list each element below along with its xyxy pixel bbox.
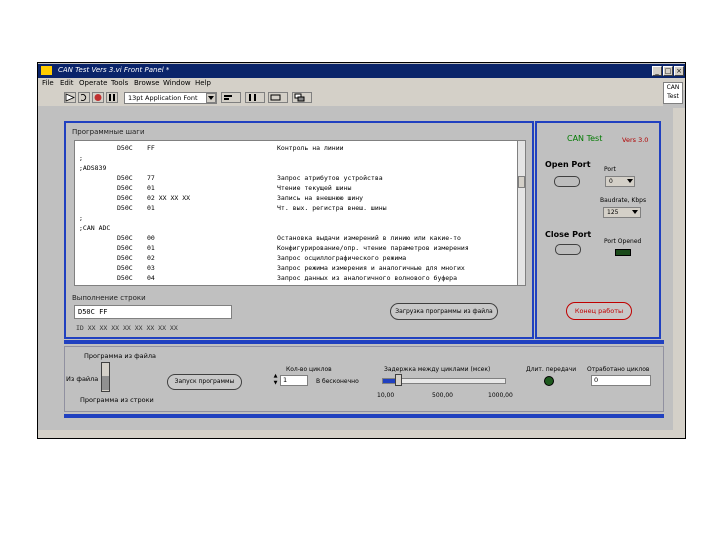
- align-objects-icon[interactable]: [221, 92, 241, 103]
- open-port-button[interactable]: [554, 176, 580, 187]
- window-title: CAN Test Vers 3.vi Front Panel *: [58, 66, 170, 74]
- port-label: Port: [604, 166, 616, 173]
- chevron-down-icon[interactable]: [626, 178, 634, 187]
- menu-help[interactable]: Help: [195, 79, 211, 87]
- transfer-label: Длит. передачи: [526, 366, 577, 373]
- list-item[interactable]: D50C FF Контроль на линии: [75, 143, 517, 153]
- string-label: Выполнение строки: [72, 294, 146, 302]
- run-continuous-icon[interactable]: [78, 92, 90, 103]
- transfer-led: [544, 376, 554, 386]
- horizontal-scrollbar[interactable]: [38, 430, 685, 438]
- close-port-button[interactable]: [555, 244, 581, 255]
- title-bar[interactable]: CAN Test Vers 3.vi Front Panel *: [38, 64, 685, 78]
- increment-arrow-icon[interactable]: ▲: [272, 373, 279, 379]
- source-file-label: Программа из файла: [84, 352, 157, 360]
- program-listbox[interactable]: D50C FF Контроль на линии ; ;ADS839 D50C 77…: [74, 140, 518, 286]
- slider-tick-label: 1000,00: [488, 392, 513, 399]
- menu-bar: File Edit Operate Tools Browse Window He…: [38, 78, 685, 90]
- minimize-button[interactable]: _: [652, 66, 662, 76]
- abort-icon[interactable]: [92, 92, 104, 103]
- list-item[interactable]: D50C 04 Запрос данных из аналогичного волн…: [75, 273, 517, 283]
- list-item[interactable]: D50C 01 Чтение текущей шины: [75, 183, 517, 193]
- menu-window[interactable]: Window: [163, 79, 191, 87]
- list-item[interactable]: D50C 02 XX XX XX Запись на внешнюю шину: [75, 193, 517, 203]
- resize-objects-icon[interactable]: [268, 92, 288, 103]
- listbox-scroll-thumb[interactable]: [518, 176, 525, 188]
- list-item[interactable]: ;ADS839: [75, 163, 517, 173]
- distribute-objects-icon[interactable]: [245, 92, 265, 103]
- format-hint: ID XX XX XX XX XX XX XX XX: [76, 324, 178, 332]
- list-item[interactable]: ;: [75, 153, 517, 163]
- list-item[interactable]: ;CAN ADC: [75, 223, 517, 233]
- delay-slider-thumb[interactable]: [395, 374, 402, 386]
- list-item[interactable]: D50C 02 Запрос осциллографического режима: [75, 253, 517, 263]
- listbox-scrollbar[interactable]: [517, 140, 526, 286]
- app-icon: [41, 66, 52, 75]
- open-port-label: Open Port: [545, 160, 591, 169]
- list-item[interactable]: D50C 01 Конфигурирование/опр. чтение парам…: [75, 243, 517, 253]
- close-port-label: Close Port: [545, 230, 592, 239]
- program-label: Программные шаги: [72, 128, 145, 136]
- separator-top: [64, 340, 664, 344]
- maximize-button[interactable]: □: [663, 66, 673, 76]
- slider-tick-label: 10,00: [377, 392, 395, 399]
- pause-icon[interactable]: [106, 92, 118, 103]
- stop-button[interactable]: Конец работы: [566, 302, 632, 320]
- menu-edit[interactable]: Edit: [60, 79, 74, 87]
- cycle-count-label: Кол-во циклов: [286, 366, 332, 373]
- string-input[interactable]: D50C FF: [74, 305, 232, 319]
- version-label: Vers 3.0: [622, 136, 649, 144]
- toggle-knob[interactable]: [102, 376, 109, 390]
- port-opened-led: [615, 249, 631, 256]
- source-string-label: Программа из строки: [80, 396, 154, 404]
- chevron-down-icon[interactable]: [206, 93, 216, 103]
- list-item[interactable]: D50C 00 Остановка выдачи измерений в линию…: [75, 233, 517, 243]
- reorder-icon[interactable]: [292, 92, 312, 103]
- menu-tools[interactable]: Tools: [111, 79, 128, 87]
- list-item[interactable]: D50C 77 Запрос атрибутов устройства: [75, 173, 517, 183]
- run-arrow-icon[interactable]: [64, 92, 76, 103]
- port-opened-label: Port Opened: [604, 238, 642, 245]
- load-program-button[interactable]: Загрузка программы из файла: [390, 303, 498, 320]
- infinite-label: В бесконечно: [316, 378, 359, 385]
- menu-file[interactable]: File: [42, 79, 54, 87]
- delay-label: Задержка между циклами (мсек): [384, 366, 491, 373]
- menu-operate[interactable]: Operate: [79, 79, 107, 87]
- slider-tick-label: 500,00: [432, 392, 453, 399]
- cycles-done-label: Отработано циклов: [587, 366, 650, 373]
- menu-browse[interactable]: Browse: [134, 79, 160, 87]
- baudrate-label: Baudrate, Kbps: [600, 197, 647, 204]
- run-program-button[interactable]: Запуск программы: [167, 374, 242, 390]
- source-toggle-label: Из файла: [66, 375, 99, 383]
- font-select[interactable]: 13pt Application Font: [124, 92, 217, 104]
- vertical-scrollbar[interactable]: [673, 108, 685, 430]
- cycle-count-input[interactable]: 1: [280, 375, 308, 386]
- decrement-arrow-icon[interactable]: ▼: [272, 380, 279, 386]
- separator-bottom: [64, 414, 664, 418]
- cycles-done-indicator: 0: [591, 375, 651, 386]
- close-button[interactable]: ×: [674, 66, 684, 76]
- chevron-down-icon[interactable]: [631, 209, 639, 218]
- vi-icon[interactable]: CAN Test: [663, 82, 683, 104]
- list-item[interactable]: D50C 03 Запрос режима измерения и аналогич…: [75, 263, 517, 273]
- list-item[interactable]: ;: [75, 213, 517, 223]
- app-title: CAN Test: [567, 134, 603, 143]
- list-item[interactable]: D50C 01 Чт. вых. регистра внеш. шины: [75, 203, 517, 213]
